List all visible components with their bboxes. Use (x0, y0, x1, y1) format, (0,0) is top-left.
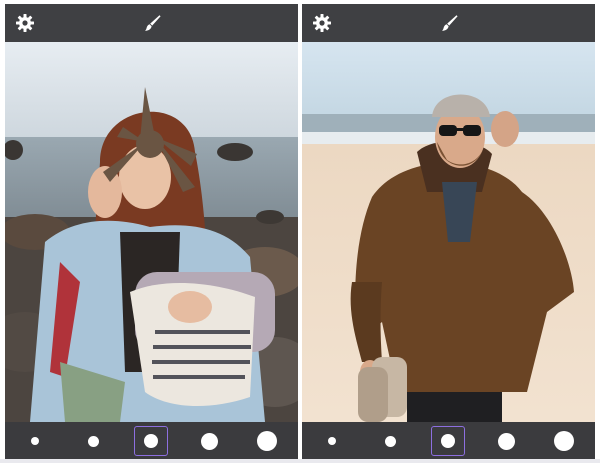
phone-screen-left (5, 4, 298, 459)
brush-size-option[interactable] (18, 426, 52, 456)
top-toolbar (5, 4, 298, 43)
app-comparison-view (0, 0, 600, 463)
brush-size-option[interactable] (489, 426, 523, 456)
brush-size-dot (200, 432, 218, 450)
brush-size-option[interactable] (373, 426, 407, 456)
brush-size-option[interactable] (315, 426, 349, 456)
phone-screen-right (302, 4, 595, 459)
brush-size-option-selected[interactable] (431, 426, 465, 456)
brush-size-option[interactable] (192, 426, 226, 456)
brush-size-dot (384, 435, 396, 447)
paintbrush-icon[interactable] (439, 13, 459, 33)
brush-size-dot (31, 437, 39, 445)
brush-size-dot (441, 434, 455, 448)
brush-size-dot (144, 434, 158, 448)
photo-woman-holding-starfish (5, 42, 298, 422)
photo-man-on-beach (302, 42, 595, 422)
brush-size-option[interactable] (76, 426, 110, 456)
brush-size-bar (302, 422, 595, 459)
photo-canvas[interactable] (302, 42, 595, 422)
brush-size-option[interactable] (547, 426, 581, 456)
brush-size-dot (328, 437, 336, 445)
brush-size-option[interactable] (250, 426, 284, 456)
top-toolbar (302, 4, 595, 43)
brush-size-bar (5, 422, 298, 459)
gear-icon[interactable] (312, 13, 332, 33)
brush-size-option-selected[interactable] (134, 426, 168, 456)
gear-icon[interactable] (15, 13, 35, 33)
brush-size-dot (87, 435, 99, 447)
divider (0, 459, 600, 463)
paintbrush-icon[interactable] (142, 13, 162, 33)
photo-canvas[interactable] (5, 42, 298, 422)
brush-size-dot (554, 431, 574, 451)
brush-size-dot (257, 431, 277, 451)
brush-size-dot (497, 432, 515, 450)
